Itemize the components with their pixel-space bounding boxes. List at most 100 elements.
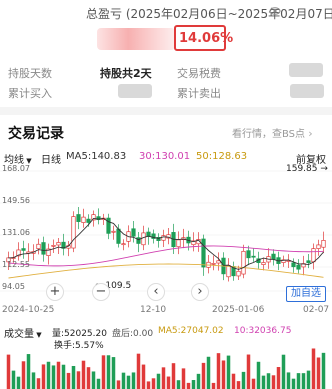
candle-body: [241, 250, 246, 275]
volume-bar: [71, 365, 76, 389]
ma50-legend: 50:128.63: [196, 151, 248, 162]
y-tick: 131.06: [2, 228, 30, 237]
volume-bar: [121, 372, 126, 389]
volume-bar: [146, 381, 151, 389]
y-tick: 94.05: [2, 282, 25, 291]
volume-bar: [306, 370, 311, 389]
volume-bar: [256, 361, 261, 389]
volume-bar: [301, 373, 306, 389]
volume-bar: [11, 370, 16, 389]
hold-days-value: 持股共2天: [100, 67, 152, 80]
candle-body: [236, 270, 241, 277]
volume-bar: [86, 367, 91, 389]
candle-body: [216, 260, 221, 264]
volume-bar: [51, 365, 56, 389]
candle-body: [86, 218, 91, 223]
candle-body: [296, 264, 301, 270]
x-tick: 02-07: [303, 305, 330, 315]
arrow-right-icon: →: [317, 164, 328, 174]
volume-bar: [66, 372, 71, 389]
volume-bar: [21, 361, 26, 389]
x-tick: 12-10: [140, 305, 167, 315]
volume-bar: [261, 375, 266, 389]
volume-bar: [176, 380, 181, 389]
volume-bar: [56, 361, 61, 389]
volume-bar: [61, 364, 66, 389]
vol-ma5: MA5:27047.02: [158, 326, 224, 336]
volume-bar: [136, 353, 141, 389]
chevron-right-icon: ›: [308, 127, 313, 140]
ma30-line: [8, 245, 324, 267]
candle-body: [111, 230, 116, 233]
add-watchlist-button[interactable]: 加自选: [286, 286, 326, 302]
page-title: 总盈亏 (2025年02月06日~2025年02月07日): [86, 7, 332, 21]
volume-bar: [126, 375, 131, 389]
volume-bar: [76, 371, 81, 389]
candle-body: [316, 244, 321, 249]
volume-bar: [191, 380, 196, 389]
candle-body: [321, 240, 326, 248]
candle-body: [131, 228, 136, 237]
view-market-label: 看行情，查BS点: [232, 129, 306, 140]
volume-bar: [46, 361, 51, 389]
candle-body: [81, 216, 86, 223]
scroll-right-button[interactable]: ›: [191, 283, 209, 301]
x-tick: 2024-10-25: [2, 305, 55, 315]
candle-body: [246, 250, 251, 259]
x-tick: 2025-01-06: [212, 305, 265, 315]
volume-bar: [141, 364, 146, 389]
volume-bar: [16, 376, 21, 389]
volume-bar: [101, 355, 106, 389]
candle-body: [56, 242, 61, 246]
return-percent: 14.06%: [179, 31, 234, 46]
volume-bar: [106, 355, 111, 389]
volume-bar: [36, 378, 41, 389]
candle-body: [141, 232, 146, 246]
hold-days-label: 持股天数: [8, 67, 52, 80]
volume-bar: [211, 382, 216, 389]
volume-bar: [186, 382, 191, 389]
volume-bar: [281, 354, 286, 389]
volume-tab[interactable]: 成交量 ▼: [4, 325, 42, 340]
candle-body: [251, 255, 256, 258]
volume-bar: [26, 354, 31, 389]
view-market-link[interactable]: 看行情，查BS点 ›: [232, 125, 313, 140]
volume-chart: [6, 348, 326, 389]
volume-bar: [41, 364, 46, 389]
y-tick: 168.07: [2, 164, 30, 173]
candle-body: [291, 262, 296, 268]
zoom-out-button[interactable]: −: [92, 283, 110, 301]
candle-body: [211, 263, 216, 265]
volume-bar: [236, 381, 241, 389]
volume-tab-label: 成交量: [4, 329, 34, 340]
volume-bar: [296, 373, 301, 389]
high-price-label: 159.85: [286, 164, 318, 174]
zoom-in-button[interactable]: +: [46, 283, 64, 301]
candle-body: [41, 242, 46, 255]
vol-ma10: 10:32036.75: [234, 326, 292, 336]
eye-icon[interactable]: [269, 5, 281, 17]
dropdown-triangle-icon: ▼: [34, 331, 42, 339]
candle-body: [201, 238, 206, 268]
volume-bar: [111, 357, 116, 389]
candle-body: [136, 237, 141, 244]
candle-body: [306, 260, 311, 264]
candle-body: [226, 265, 231, 278]
volume-bar: [196, 373, 201, 389]
candle-body: [161, 235, 166, 241]
volume-bar: [181, 368, 186, 389]
volume-bar: [246, 354, 251, 389]
volume-bar: [291, 378, 296, 389]
volume-bar: [271, 375, 276, 389]
candle-body: [176, 239, 181, 248]
volume-bar: [251, 378, 256, 389]
volume-bar: [96, 378, 101, 389]
volume-bar: [221, 360, 226, 389]
candle-body: [71, 216, 76, 249]
volume-bar: [206, 356, 211, 389]
volume-bar: [161, 367, 166, 389]
tax-label: 交易税费: [177, 67, 221, 80]
volume-bar: [151, 378, 156, 389]
after-hours-volume: 盘后:0.00: [112, 329, 154, 339]
scroll-left-button[interactable]: ‹: [147, 283, 165, 301]
